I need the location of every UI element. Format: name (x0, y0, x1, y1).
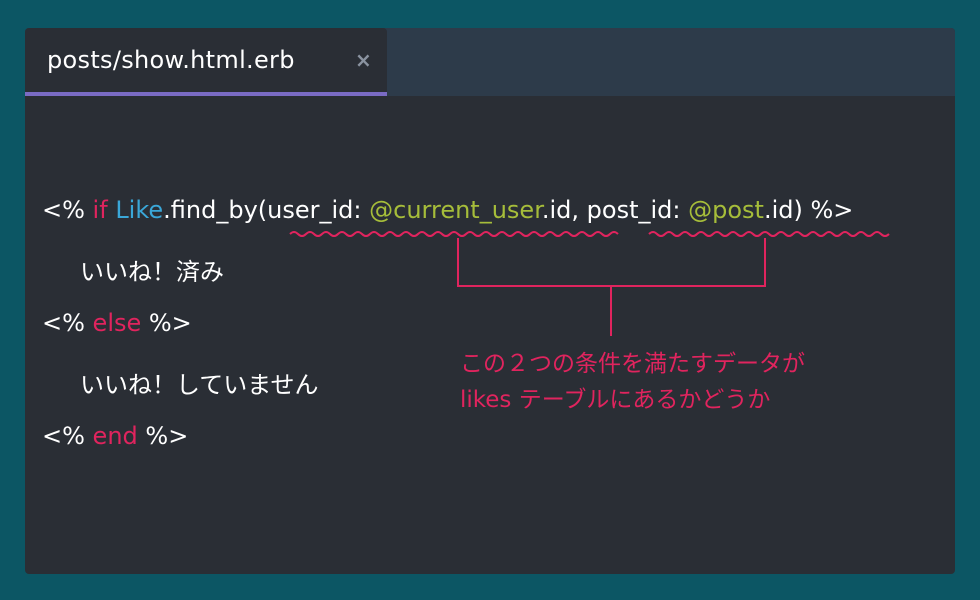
annotation-text-2: likes テーブルにあるかどうか (460, 387, 771, 413)
editor-window: posts/show.html.erb × <% if Like.find_by… (25, 28, 955, 574)
annotation-text-1: この２つの条件を満たすデータが (460, 351, 805, 377)
squiggle-user-id (289, 231, 619, 237)
annotation-lines (289, 231, 890, 336)
squiggle-post-id (648, 231, 890, 237)
bracket-connector (457, 238, 766, 336)
